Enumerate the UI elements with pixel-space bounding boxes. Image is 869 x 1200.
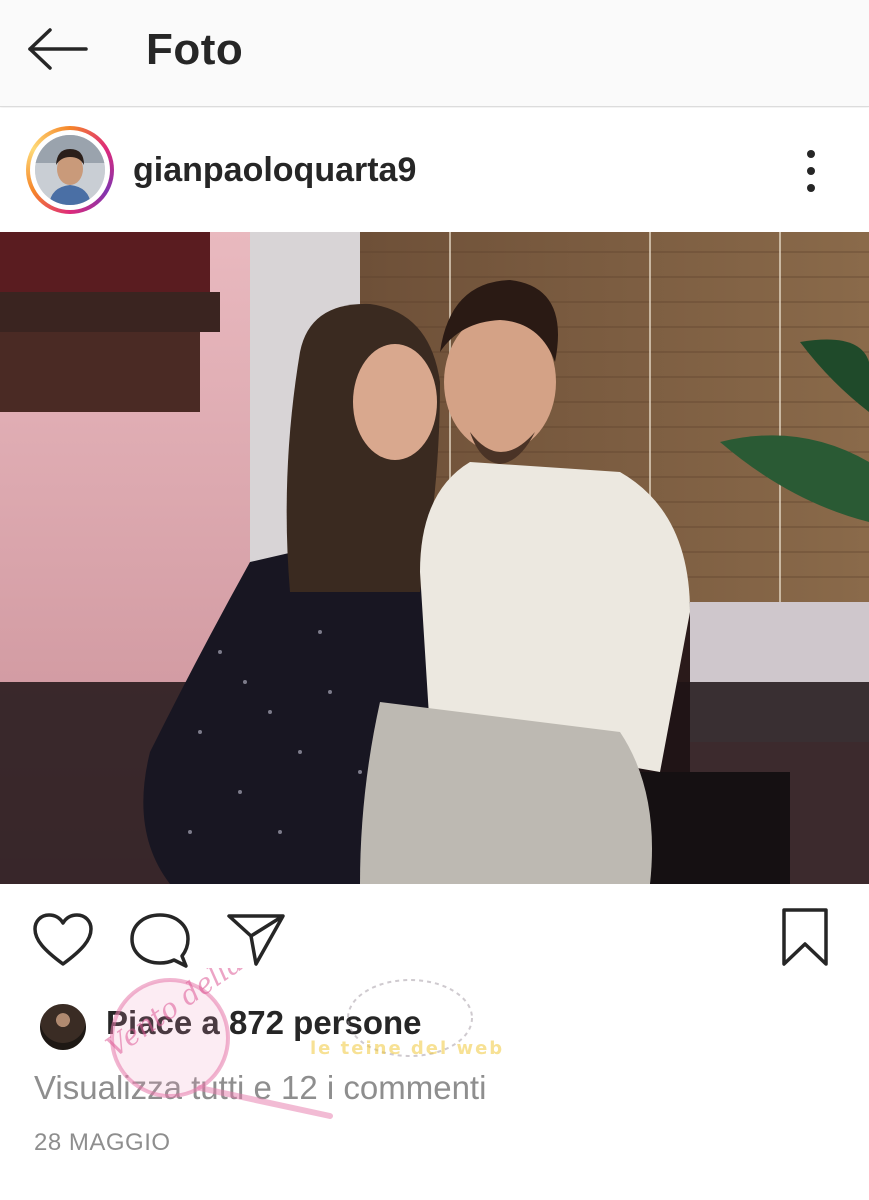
story-ring[interactable] (26, 126, 114, 214)
avatar (35, 135, 105, 205)
bookmark-icon (782, 908, 828, 966)
post-photo[interactable] (0, 232, 869, 884)
likes-row: Piace a 872 persone (0, 998, 869, 1054)
arrow-left-icon (28, 28, 88, 70)
post-date: 28 MAGGIO (34, 1129, 171, 1156)
save-button[interactable] (780, 906, 830, 973)
share-button[interactable] (226, 912, 286, 973)
page-title: Foto (146, 25, 244, 74)
likes-count: 872 persone (228, 1004, 422, 1041)
like-button[interactable] (32, 912, 94, 973)
top-app-bar: Foto (0, 0, 869, 107)
likes-summary[interactable]: Piace a 872 persone (106, 1002, 422, 1044)
post-actions (0, 884, 869, 994)
heart-icon (33, 913, 93, 966)
send-icon (227, 914, 285, 966)
post-username[interactable]: gianpaoloquarta9 (133, 148, 416, 192)
back-button[interactable] (22, 24, 92, 74)
more-vertical-icon (807, 150, 815, 192)
view-comments-link[interactable]: Visualizza tutti e 12 i commenti (34, 1066, 486, 1110)
liker-avatar[interactable] (38, 1002, 88, 1052)
likes-prefix: Piace a (106, 1004, 229, 1041)
comment-icon (130, 913, 190, 968)
comment-button[interactable] (130, 912, 190, 975)
post-header: gianpaoloquarta9 (0, 108, 869, 232)
more-options-button[interactable] (796, 148, 826, 194)
